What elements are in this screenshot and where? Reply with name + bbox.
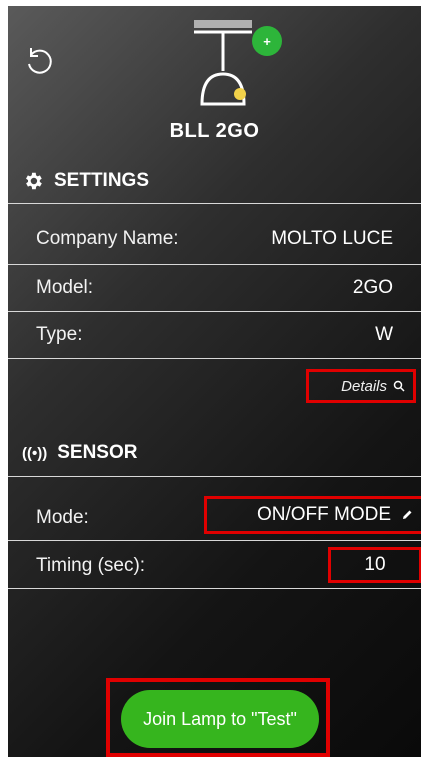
lamp-name: BLL 2GO bbox=[169, 120, 260, 142]
divider bbox=[8, 358, 421, 359]
model-label: Model: bbox=[36, 276, 94, 298]
type-label: Type: bbox=[36, 323, 83, 345]
add-lamp-icon[interactable]: + bbox=[252, 26, 282, 56]
settings-row-company: Company Name: MOLTO LUCE bbox=[8, 216, 421, 261]
details-link[interactable]: Details bbox=[306, 369, 416, 403]
divider bbox=[8, 203, 421, 204]
pencil-icon bbox=[403, 510, 412, 519]
divider bbox=[8, 476, 421, 477]
lamp-settings-screen: + BLL 2GO SETTINGS Company Name: MOLTO L… bbox=[8, 6, 421, 757]
gear-icon bbox=[26, 172, 42, 190]
timing-value: 10 bbox=[364, 554, 386, 575]
settings-row-model: Model: 2GO bbox=[8, 265, 421, 310]
settings-row-type: Type: W bbox=[8, 312, 421, 357]
timing-label: Timing (sec): bbox=[36, 554, 146, 576]
sensor-section-header: ((•)) SENSOR bbox=[22, 442, 137, 464]
mode-label: Mode: bbox=[36, 506, 89, 528]
type-value: W bbox=[375, 323, 393, 345]
sensor-icon: ((•)) bbox=[22, 444, 48, 462]
divider bbox=[8, 540, 421, 541]
mode-selector[interactable]: ON/OFF MODE bbox=[204, 496, 421, 534]
search-icon bbox=[393, 380, 405, 392]
company-value: MOLTO LUCE bbox=[271, 227, 393, 249]
details-label: Details bbox=[341, 377, 387, 395]
settings-section-header: SETTINGS bbox=[22, 170, 149, 192]
sensor-title: SENSOR bbox=[57, 442, 138, 463]
company-label: Company Name: bbox=[36, 227, 179, 249]
model-value: 2GO bbox=[352, 276, 393, 298]
refresh-icon[interactable] bbox=[22, 44, 56, 78]
add-symbol: + bbox=[263, 33, 271, 49]
join-lamp-button[interactable]: Join Lamp to "Test" bbox=[121, 690, 319, 748]
settings-title: SETTINGS bbox=[54, 170, 150, 191]
mode-value: ON/OFF MODE bbox=[256, 504, 391, 525]
divider bbox=[8, 588, 421, 589]
timing-input[interactable]: 10 bbox=[328, 547, 421, 583]
